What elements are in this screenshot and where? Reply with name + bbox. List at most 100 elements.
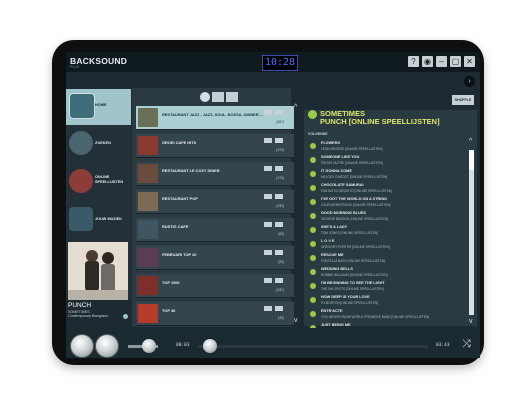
info-icon[interactable]: › xyxy=(464,76,475,87)
title-bar: BACKSOUND PLUS 10:28 ? ◉ – ▢ ✕ xyxy=(66,52,480,72)
track-play-icon[interactable] xyxy=(310,171,316,177)
queue-track[interactable]: HOW DEEP IS YOUR LOVE PJ MORTON [ONLINE S… xyxy=(306,294,466,308)
playlist-thumbnail xyxy=(138,164,158,183)
add-icon[interactable] xyxy=(275,222,283,227)
queue-track[interactable]: SHE'S A LADY TOM JONES [ONLINE SPEELLIJST… xyxy=(306,224,466,238)
queue-scrollbar[interactable] xyxy=(469,150,474,315)
track-artist: PJ MORTON [ONLINE SPEELLIJSTEN] xyxy=(321,301,379,305)
add-icon[interactable] xyxy=(275,138,283,143)
track-play-icon[interactable] xyxy=(310,283,316,289)
sidebar-item-home[interactable]: HOME xyxy=(66,89,131,125)
queue-track[interactable]: FLOWERS LEON BROERS [ONLINE SPEELLIJSTEN] xyxy=(306,140,466,154)
track-artist: MELODY GARDOT [ONLINE SPEELLIJSTEN] xyxy=(321,175,388,179)
sidebar-item-label: HOME xyxy=(95,103,107,107)
track-play-icon[interactable] xyxy=(310,213,316,219)
shuffle-icon[interactable] xyxy=(264,138,272,143)
shuffle-icon[interactable] xyxy=(264,110,272,115)
sidebar-item-online-playlists[interactable]: ONLINE SPEELLIJSTEN xyxy=(66,165,131,201)
record-icon[interactable] xyxy=(200,92,210,102)
deck-dial-right[interactable] xyxy=(95,334,119,358)
shuffle-icon[interactable] xyxy=(264,306,272,311)
volume-icon[interactable] xyxy=(123,314,128,319)
track-title: FLOWERS xyxy=(321,141,340,145)
playlist-thumbnail xyxy=(138,248,158,267)
playlist-toolbar xyxy=(200,92,248,104)
track-play-icon[interactable] xyxy=(310,269,316,275)
playlist-name: TOP 40 xyxy=(162,308,176,313)
playlist-row[interactable]: GROEI CAFE HITS (472) xyxy=(136,134,294,158)
track-title: I'VE GOT THE WORLD ON A STRING xyxy=(321,197,388,201)
playlist-actions xyxy=(264,222,284,227)
app-logo-sub: PLUS xyxy=(70,65,80,69)
volume-slider-knob[interactable] xyxy=(142,339,156,353)
add-icon[interactable] xyxy=(275,194,283,199)
playlist-row[interactable]: TOP 40 (40) xyxy=(136,302,294,326)
track-play-icon[interactable] xyxy=(310,297,316,303)
now-playing-album: Contemporary Bluegrass xyxy=(68,314,108,318)
track-play-icon[interactable] xyxy=(310,185,316,191)
track-title: GOOD MORNING BLUES xyxy=(321,211,366,215)
queue-track[interactable]: I'M BEGINNING TO SEE THE LIGHT THE INK SP… xyxy=(306,280,466,294)
shuffle-icon[interactable] xyxy=(264,166,272,171)
add-icon[interactable] xyxy=(275,278,283,283)
next-label: VOLGENDE xyxy=(308,132,328,136)
track-artist: ROBBIE WILLIAMS [ONLINE SPEELLIJSTEN] xyxy=(321,273,388,277)
track-title: CHOCOLATE SAMURAI xyxy=(321,183,364,187)
track-play-icon[interactable] xyxy=(310,241,316,247)
queue-track[interactable]: ENTR'ACTE YOU NEVER KNOW WORLD PREMIERE B… xyxy=(306,308,466,322)
track-play-icon[interactable] xyxy=(310,311,316,317)
track-play-icon[interactable] xyxy=(310,157,316,163)
playlist-row[interactable]: RESTAURANT JAZZ - JAZZ, SOUL, BOSSA, DIN… xyxy=(136,106,294,130)
playlist-actions xyxy=(264,194,284,199)
add-icon[interactable] xyxy=(275,250,283,255)
track-play-icon[interactable] xyxy=(310,199,316,205)
crossfade-icon[interactable]: ⤨ xyxy=(462,338,471,351)
dj-icon[interactable] xyxy=(226,92,238,102)
add-icon[interactable] xyxy=(275,166,283,171)
playlist-count: (467) xyxy=(276,120,284,124)
queue-scrollbar-thumb[interactable] xyxy=(469,150,474,170)
track-title: I'M BEGINNING TO SEE THE LIGHT xyxy=(321,281,385,285)
playlist-row[interactable]: RUSTIG CAFE (63) xyxy=(136,218,294,242)
sidebar-item-search[interactable]: ZOEKEN xyxy=(66,127,131,163)
queue-track[interactable]: IT GONNA COME MELODY GARDOT [ONLINE SPEEL… xyxy=(306,168,466,182)
settings-button[interactable]: ◉ xyxy=(422,56,433,67)
minimize-button[interactable]: – xyxy=(436,56,447,67)
playlist-row[interactable]: TOP 1000 (337) xyxy=(136,274,294,298)
shuffle-icon[interactable] xyxy=(264,278,272,283)
close-button[interactable]: ✕ xyxy=(464,56,475,67)
track-play-icon[interactable] xyxy=(310,227,316,233)
queue-scroll-up[interactable]: ^ xyxy=(469,138,472,145)
deck-dial-left[interactable] xyxy=(70,334,94,358)
playlist-count: (40) xyxy=(278,316,284,320)
progress-knob[interactable] xyxy=(202,339,217,353)
track-play-icon[interactable] xyxy=(310,143,316,149)
playlist-row[interactable]: RESTAURANT POP (233) xyxy=(136,190,294,214)
help-button[interactable]: ? xyxy=(408,56,419,67)
playlist-row[interactable]: RESTAURANT LE COZY DINER (174) xyxy=(136,162,294,186)
maximize-button[interactable]: ▢ xyxy=(450,56,461,67)
playlist-name: TOP 1000 xyxy=(162,280,180,285)
track-play-icon[interactable] xyxy=(310,255,316,261)
queue-track[interactable]: RESCUE ME FONTELLA BASS [ONLINE SPEELLIJS… xyxy=(306,252,466,266)
queue-track[interactable]: CHOCOLATE SAMURAI FANTASTIC NEGRITO [ONLI… xyxy=(306,182,466,196)
queue-track[interactable]: I'VE GOT THE WORLD ON A STRING LOUIS ARMS… xyxy=(306,196,466,210)
playlist-icon xyxy=(69,169,93,193)
queue-track[interactable]: WEDDING BELLS ROBBIE WILLIAMS [ONLINE SPE… xyxy=(306,266,466,280)
now-playing-title: PUNCH xyxy=(68,302,92,309)
shuffle-button[interactable]: SHUFFLE xyxy=(452,95,474,105)
queue-track[interactable]: SOMEONE LIKE YOU FROGS NUTRE [ONLINE SPEE… xyxy=(306,154,466,168)
add-icon[interactable] xyxy=(275,110,283,115)
sidebar-item-my-music[interactable]: JOUW MUZIEK xyxy=(66,203,131,239)
playlist-scrollbar[interactable]: ^ v xyxy=(293,104,301,330)
queue-track[interactable]: GOOD MORNING BLUES GEORGE BENSON [ONLINE … xyxy=(306,210,466,224)
queue-track[interactable]: L O V E GREGORY PORTER [ONLINE SPEELLIJST… xyxy=(306,238,466,252)
playlist-row[interactable]: FEBRUARI TOP 20 (20) xyxy=(136,246,294,270)
add-icon[interactable] xyxy=(275,306,283,311)
progress-track[interactable] xyxy=(198,345,428,348)
shuffle-icon[interactable] xyxy=(264,194,272,199)
shuffle-icon[interactable] xyxy=(264,250,272,255)
shuffle-icon[interactable] xyxy=(264,222,272,227)
queue-scroll-down[interactable]: v xyxy=(469,318,473,325)
grid-icon[interactable] xyxy=(212,92,224,102)
